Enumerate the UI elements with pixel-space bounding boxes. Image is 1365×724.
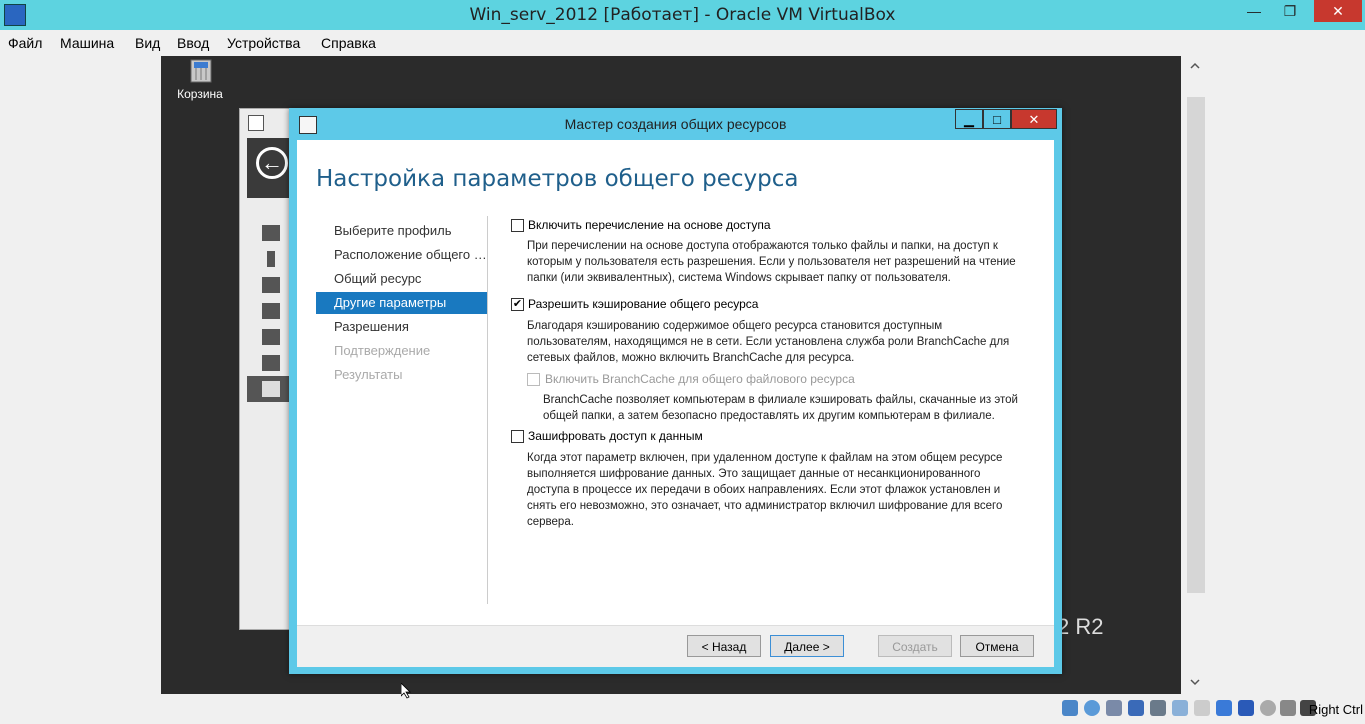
abe-label[interactable]: Включить перечисление на основе доступа [528, 218, 771, 232]
close-button[interactable]: ✕ [1314, 0, 1362, 22]
local-server-icon[interactable] [267, 251, 275, 267]
dialog-minimize-button[interactable]: ▁ [955, 109, 983, 129]
remote-access-icon[interactable] [262, 355, 280, 371]
dialog-close-button[interactable]: ✕ [1011, 109, 1057, 129]
menu-file[interactable]: Файл [8, 35, 42, 51]
share-wizard-dialog: Мастер создания общих ресурсов ▁ □ ✕ Нас… [289, 108, 1062, 674]
os-version-label: 2 R2 [1057, 614, 1104, 639]
scrollbar-thumb[interactable] [1187, 97, 1205, 593]
all-servers-icon[interactable] [262, 277, 280, 293]
steps-divider [487, 216, 488, 604]
cache-label[interactable]: Разрешить кэширование общего ресурса [528, 297, 758, 311]
abe-checkbox[interactable] [511, 219, 524, 232]
encrypt-desc-line: доступа в процессе их передачи в обоих н… [527, 484, 1001, 496]
display-icon[interactable] [1194, 700, 1210, 716]
encrypt-desc-line: Когда этот параметр включен, при удаленн… [527, 452, 1003, 464]
encrypt-checkbox[interactable] [511, 430, 524, 443]
step-select-profile[interactable]: Выберите профиль [316, 220, 487, 242]
server-manager-icon [248, 115, 264, 131]
recycle-bin-icon[interactable] [183, 56, 219, 84]
cpu-icon[interactable] [1260, 700, 1276, 716]
mouse-integration-icon[interactable] [1280, 700, 1296, 716]
encrypt-desc-line: сервера. [527, 516, 574, 528]
step-share-location[interactable]: Расположение общего р... [316, 244, 487, 266]
menu-help[interactable]: Справка [321, 35, 376, 51]
cache-checkbox[interactable]: ✔ [511, 298, 524, 311]
hard-disk-icon[interactable] [1062, 700, 1078, 716]
menu-input[interactable]: Ввод [177, 35, 209, 51]
step-results: Результаты [334, 367, 403, 382]
usb-icon[interactable] [1150, 700, 1166, 716]
back-arrow-icon[interactable]: ← [256, 147, 288, 179]
network-icon[interactable] [1128, 700, 1144, 716]
audio-icon[interactable] [1106, 700, 1122, 716]
dialog-body: Настройка параметров общего ресурса Выбе… [297, 140, 1054, 625]
maximize-button[interactable]: ❐ [1271, 0, 1309, 22]
host-menubar: Файл Машина Вид Ввод Устройства Справка [0, 30, 1365, 56]
encrypt-desc-line: выполняется шифрование данных. Это защищ… [527, 468, 981, 480]
cancel-button[interactable]: Отмена [960, 635, 1034, 657]
back-button[interactable]: < Назад [687, 635, 761, 657]
branchcache-label: Включить BranchCache для общего файловог… [545, 372, 855, 386]
cache-desc-line: пользователям, находящимся не в сети. Ес… [527, 336, 1010, 348]
page-heading: Настройка параметров общего ресурса [316, 166, 799, 192]
abe-desc-line: папки (или эквивалентных), система Windo… [527, 272, 951, 284]
step-share-name[interactable]: Общий ресурс [316, 268, 487, 290]
branchcache-checkbox [527, 373, 540, 386]
video-capture-icon[interactable] [1216, 700, 1232, 716]
abe-desc-line: При перечислении на основе доступа отобр… [527, 240, 998, 252]
shared-folders-icon[interactable] [1172, 700, 1188, 716]
step-other-settings[interactable]: Другие параметры [316, 292, 487, 314]
host-titlebar: Win_serv_2012 [Работает] - Oracle VM Vir… [0, 0, 1365, 30]
dialog-maximize-button[interactable]: □ [983, 109, 1011, 129]
file-services-icon[interactable] [262, 303, 280, 319]
shares-icon [262, 381, 280, 397]
iis-icon[interactable] [262, 329, 280, 345]
branchcache-desc-line: общей папки, а затем безопасно предостав… [543, 410, 995, 422]
cache-desc-line: сетевых файлов, можно включить BranchCac… [527, 352, 855, 364]
dialog-title: Мастер создания общих ресурсов [564, 116, 787, 132]
dialog-footer: < Назад Далее > Создать Отмена [297, 625, 1054, 667]
create-button: Создать [878, 635, 952, 657]
vbox-statusbar: Right Ctrl [1060, 696, 1365, 724]
abe-desc-line: которым у пользователя есть разрешения. … [527, 256, 1016, 268]
menu-view[interactable]: Вид [135, 35, 160, 51]
encrypt-label[interactable]: Зашифровать доступ к данным [528, 429, 703, 443]
host-window-title: Win_serv_2012 [Работает] - Oracle VM Vir… [469, 5, 896, 25]
menu-devices[interactable]: Устройства [227, 35, 300, 51]
dashboard-icon[interactable] [262, 225, 280, 241]
host-key-label: Right Ctrl [1308, 702, 1363, 717]
recycle-bin-label: Корзина [177, 87, 223, 101]
step-confirmation: Подтверждение [334, 343, 431, 358]
optical-drive-icon[interactable] [1084, 700, 1100, 716]
cache-desc-line: Благодаря кэшированию содержимое общего … [527, 320, 943, 332]
branchcache-desc-line: BranchCache позволяет компьютерам в фили… [543, 394, 1018, 406]
recording-icon[interactable] [1238, 700, 1254, 716]
minimize-button[interactable]: — [1235, 0, 1273, 22]
menu-machine[interactable]: Машина [60, 35, 114, 51]
step-permissions[interactable]: Разрешения [316, 316, 487, 338]
next-button[interactable]: Далее > [770, 635, 844, 657]
encrypt-desc-line: снять его невозможно, это означает, что … [527, 500, 1003, 512]
